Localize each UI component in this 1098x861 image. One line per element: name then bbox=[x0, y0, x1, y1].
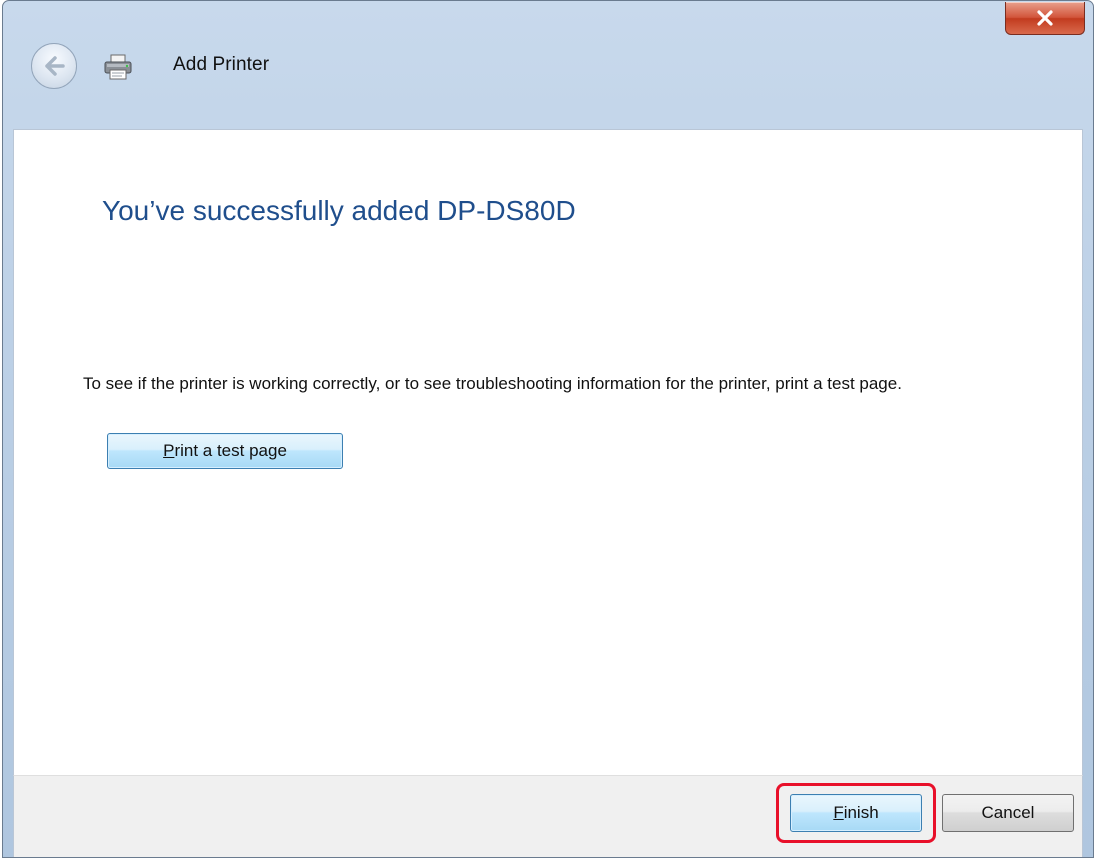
add-printer-window: Add Printer You’ve successfully added DP… bbox=[2, 0, 1094, 858]
printer-icon bbox=[104, 54, 132, 80]
close-button[interactable] bbox=[1005, 2, 1085, 35]
back-button[interactable] bbox=[31, 43, 77, 89]
finish-button[interactable]: Finish bbox=[790, 794, 922, 832]
page-heading: You’ve successfully added DP-DS80D bbox=[102, 195, 576, 226]
footer-bar: Finish Cancel bbox=[13, 775, 1083, 857]
content-panel: You’ve successfully added DP-DS80D To se… bbox=[13, 129, 1083, 775]
description-text: To see if the printer is working correct… bbox=[83, 374, 902, 393]
button-label: inish bbox=[843, 803, 879, 822]
cancel-button[interactable]: Cancel bbox=[942, 794, 1074, 832]
window-title: Add Printer bbox=[173, 54, 270, 75]
print-test-page-button[interactable]: Print a test page bbox=[107, 433, 343, 469]
close-icon bbox=[1037, 10, 1053, 26]
back-arrow-icon bbox=[45, 56, 65, 76]
button-label: rint a test page bbox=[174, 441, 287, 460]
access-key: P bbox=[163, 441, 175, 460]
access-key: F bbox=[833, 803, 844, 822]
